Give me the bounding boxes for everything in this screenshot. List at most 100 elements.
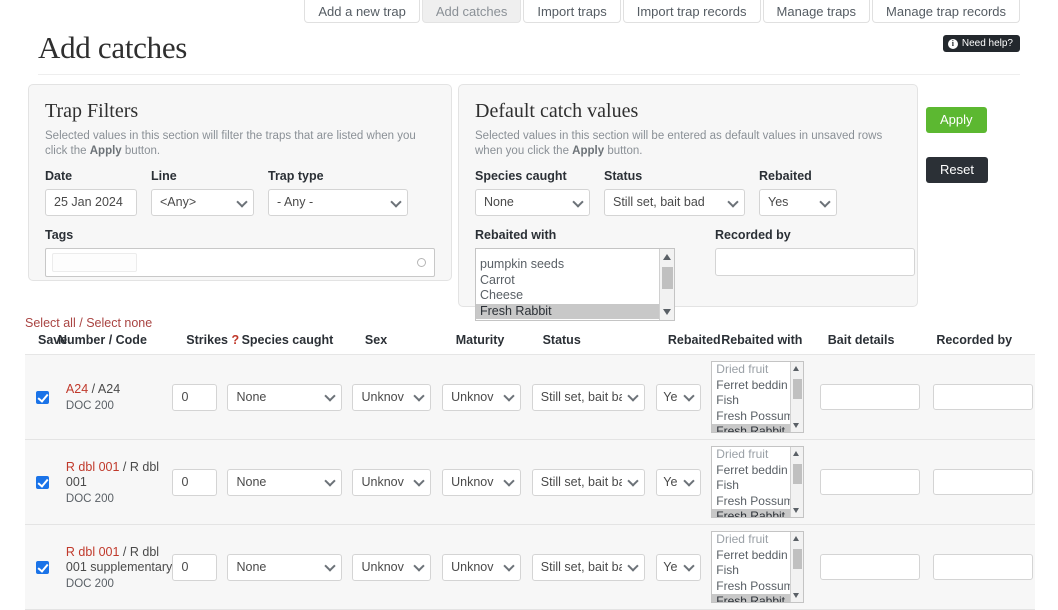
list-item[interactable]: Cheese: [476, 288, 674, 304]
status-select[interactable]: Still set, bait ba: [531, 468, 645, 496]
recorded-by-input[interactable]: [933, 554, 1034, 580]
row-save-checkbox[interactable]: [36, 475, 49, 489]
row-bait-details-cell: [816, 554, 926, 580]
strikes-input[interactable]: 0: [172, 553, 218, 581]
strikes-input[interactable]: 0: [172, 383, 218, 411]
rebaited-with-listbox[interactable]: Dried fruit Ferret beddin Fish Fresh Pos…: [711, 531, 805, 603]
scrollbar-thumb[interactable]: [793, 379, 803, 399]
rebaited-select[interactable]: Ye: [656, 468, 702, 496]
chevron-down-icon: [683, 475, 695, 487]
species-caught-select[interactable]: None: [227, 468, 343, 496]
scroll-down-icon[interactable]: [793, 423, 800, 428]
maturity-select[interactable]: Unknov: [442, 553, 522, 581]
chevron-down-icon: [683, 560, 695, 572]
date-input[interactable]: 25 Jan 2024: [45, 189, 137, 216]
row-species-cell: None: [227, 468, 352, 496]
sex-select[interactable]: Unknov: [352, 468, 432, 496]
line-label: Line: [151, 169, 177, 183]
rebaited-select[interactable]: Yes: [759, 189, 837, 216]
chevron-down-icon: [413, 560, 426, 572]
select-none-link[interactable]: Select none: [86, 316, 152, 330]
strikes-input[interactable]: 0: [172, 468, 218, 496]
scroll-up-icon[interactable]: [793, 366, 800, 371]
scroll-down-icon[interactable]: [663, 309, 671, 315]
sex-select[interactable]: Unknov: [352, 553, 432, 581]
reset-button[interactable]: Reset: [926, 157, 988, 183]
rebaited-select[interactable]: Ye: [656, 553, 702, 581]
scroll-down-icon[interactable]: [793, 593, 800, 598]
tab-add-catches[interactable]: Add catches: [421, 0, 522, 23]
list-item-partial[interactable]: [476, 249, 674, 257]
chevron-down-icon: [503, 390, 515, 402]
trap-code-link[interactable]: R dbl 001: [66, 460, 120, 474]
strikes-help-icon[interactable]: ?: [231, 333, 239, 347]
sex-select[interactable]: Unknov: [352, 383, 432, 411]
tab-manage-traps[interactable]: Manage traps: [762, 0, 871, 23]
species-caught-select[interactable]: None: [227, 383, 343, 411]
sex-value: Unknov: [361, 389, 404, 404]
apply-button[interactable]: Apply: [926, 107, 987, 133]
status-select[interactable]: Still set, bait ba: [531, 383, 645, 411]
column-header-bait-details: Bait details: [827, 333, 895, 347]
tab-import-trap-records[interactable]: Import trap records: [622, 0, 761, 23]
line-select[interactable]: <Any>: [151, 189, 254, 216]
tab-manage-trap-records[interactable]: Manage trap records: [872, 0, 1020, 23]
rebaited-with-options: pumpkin seeds Carrot Cheese Fresh Rabbit: [476, 249, 674, 320]
table-row: R dbl 001 / R dbl 001 supplementary DOC …: [25, 525, 1035, 610]
listbox-scrollbar[interactable]: [659, 249, 674, 320]
row-save-checkbox[interactable]: [36, 390, 49, 404]
species-caught-select[interactable]: None: [227, 553, 343, 581]
rebaited-with-listbox[interactable]: pumpkin seeds Carrot Cheese Fresh Rabbit: [475, 248, 675, 321]
scroll-up-icon[interactable]: [793, 451, 800, 456]
status-select[interactable]: Still set, bait bad: [604, 189, 745, 216]
list-item-selected[interactable]: Fresh Rabbit: [476, 303, 674, 320]
need-help-label: Need help?: [961, 38, 1013, 49]
status-select[interactable]: Still set, bait ba: [531, 553, 645, 581]
rebaited-select[interactable]: Ye: [656, 383, 702, 411]
maturity-select[interactable]: Unknov: [442, 383, 522, 411]
trap-code-link[interactable]: A24: [66, 382, 88, 396]
row-bait-details-cell: [816, 384, 926, 410]
scroll-up-icon[interactable]: [793, 536, 800, 541]
need-help-button[interactable]: i Need help?: [942, 35, 1020, 52]
tab-import-traps[interactable]: Import traps: [523, 0, 621, 23]
column-header-status: Status: [542, 333, 581, 347]
recorded-by-input[interactable]: [715, 248, 915, 276]
row-bait-details-cell: [816, 469, 926, 495]
recorded-by-input[interactable]: [933, 384, 1034, 410]
table-row: R dbl 001 / R dbl 001 DOC 200 0 None Unk…: [25, 440, 1035, 525]
listbox-scrollbar[interactable]: [790, 532, 804, 602]
column-header-strikes: Strikes ?: [186, 333, 241, 347]
select-all-link[interactable]: Select all: [25, 316, 76, 330]
trap-type-select[interactable]: - Any -: [268, 189, 408, 216]
maturity-select[interactable]: Unknov: [442, 468, 522, 496]
listbox-scrollbar[interactable]: [790, 362, 804, 432]
tags-input-inner[interactable]: [52, 253, 137, 272]
tags-input[interactable]: [45, 248, 435, 277]
bait-details-input[interactable]: [819, 384, 920, 410]
scrollbar-thumb[interactable]: [793, 549, 803, 569]
bait-details-input[interactable]: [819, 469, 920, 495]
list-item[interactable]: Carrot: [476, 273, 674, 289]
row-save-checkbox[interactable]: [36, 560, 49, 574]
listbox-scrollbar[interactable]: [790, 447, 804, 517]
trap-type-text: DOC 200: [65, 400, 114, 412]
list-item[interactable]: pumpkin seeds: [476, 257, 674, 273]
tab-add-a-new-trap[interactable]: Add a new trap: [304, 0, 420, 23]
row-rebaited-with-cell: Dried fruit Ferret beddin Fish Fresh Pos…: [711, 361, 816, 433]
scroll-down-icon[interactable]: [793, 508, 800, 513]
scrollbar-thumb[interactable]: [793, 464, 803, 484]
scroll-up-icon[interactable]: [663, 254, 671, 260]
species-caught-select[interactable]: None: [475, 189, 590, 216]
trap-filters-description-apply: Apply: [89, 145, 122, 157]
trap-filters-description-post: button.: [121, 145, 161, 157]
rebaited-with-listbox[interactable]: Dried fruit Ferret beddin Fish Fresh Pos…: [711, 361, 805, 433]
rebaited-with-listbox[interactable]: Dried fruit Ferret beddin Fish Fresh Pos…: [711, 446, 805, 518]
bait-details-input[interactable]: [819, 554, 920, 580]
column-header-recorded-by: Recorded by: [936, 333, 1013, 347]
recorded-by-input[interactable]: [933, 469, 1034, 495]
tags-field-group: Tags: [45, 228, 435, 277]
trap-code-link[interactable]: R dbl 001: [66, 545, 120, 559]
scrollbar-thumb[interactable]: [662, 267, 673, 289]
trap-type-text: DOC 200: [65, 492, 114, 505]
